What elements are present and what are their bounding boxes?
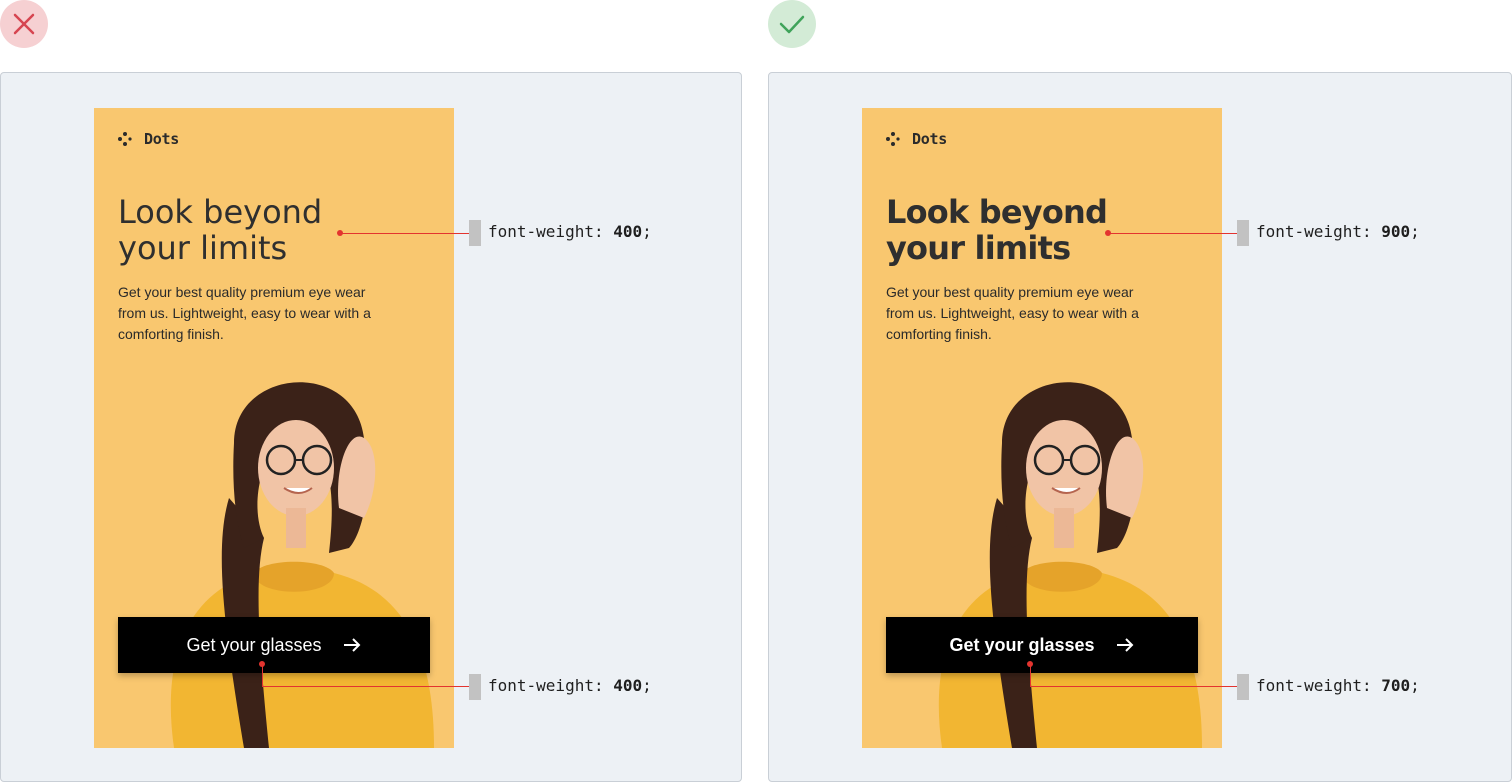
headline-callout-marker — [469, 220, 481, 246]
cta-callout-marker — [1237, 674, 1249, 700]
headline-callout-line — [1109, 233, 1237, 234]
headline-callout-line — [341, 233, 469, 234]
body-copy: Get your best quality premium eye wear f… — [886, 284, 1139, 342]
correct-example-panel: Dots Look beyond your limits Get your be… — [768, 72, 1512, 782]
headline-line-1: Look beyond — [118, 193, 323, 231]
get-glasses-button[interactable]: Get your glasses — [886, 617, 1198, 673]
headline-callout-marker — [1237, 220, 1249, 246]
incorrect-icon — [0, 0, 48, 48]
correct-check-icon — [768, 0, 816, 48]
incorrect-example-panel: Dots Look beyond your limits Get your be… — [0, 72, 742, 782]
headline-line-2: your limits — [886, 229, 1071, 267]
brand-name: Dots — [912, 130, 947, 148]
cta-callout-vline — [1030, 664, 1031, 686]
headline-weight-annotation: font-weight: 900; — [1256, 222, 1420, 241]
cta-callout-line — [262, 686, 469, 687]
ad-card: Dots Look beyond your limits Get your be… — [94, 108, 454, 748]
get-glasses-button[interactable]: Get your glasses — [118, 617, 430, 673]
brand-name: Dots — [144, 130, 179, 148]
cta-weight-annotation: font-weight: 700; — [1256, 676, 1420, 695]
ad-card: Dots Look beyond your limits Get your be… — [862, 108, 1222, 748]
cta-label: Get your glasses — [949, 634, 1095, 655]
body-copy: Get your best quality premium eye wear f… — [118, 284, 371, 342]
cta-callout-line — [1030, 686, 1237, 687]
headline: Look beyond your limits — [886, 194, 1186, 266]
arrow-right-icon — [343, 638, 360, 652]
headline-line-2: your limits — [118, 229, 288, 267]
dots-logo-icon — [118, 132, 132, 146]
cta-callout-vline — [262, 664, 263, 686]
brand-logo: Dots — [118, 130, 179, 148]
cta-callout-marker — [469, 674, 481, 700]
model-photo — [170, 382, 435, 748]
cta-label: Get your glasses — [186, 634, 322, 655]
headline-line-1: Look beyond — [886, 193, 1108, 231]
cta-weight-annotation: font-weight: 400; — [488, 676, 652, 695]
arrow-right-icon — [1116, 638, 1133, 652]
model-photo — [938, 382, 1202, 748]
headline: Look beyond your limits — [118, 194, 418, 266]
dots-logo-icon — [886, 132, 900, 146]
headline-weight-annotation: font-weight: 400; — [488, 222, 652, 241]
brand-logo: Dots — [886, 130, 947, 148]
